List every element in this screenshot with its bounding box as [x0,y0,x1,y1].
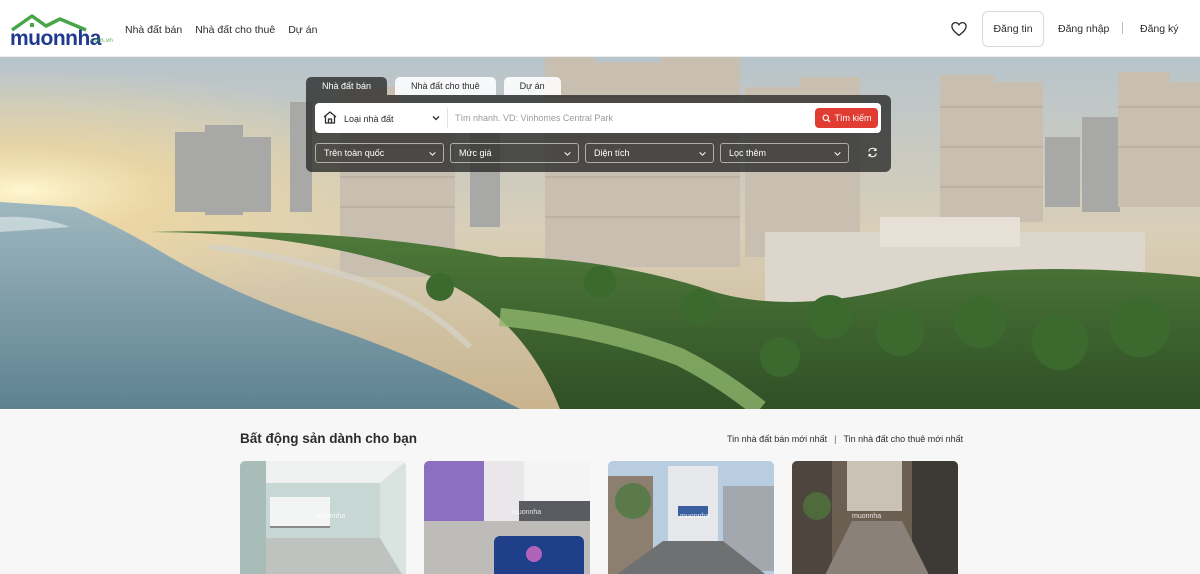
search-button-label: Tìm kiếm [834,113,872,123]
filter-more-label: Lọc thêm [729,148,767,158]
tab-sale[interactable]: Nhà đất bán [306,77,388,95]
section-title: Bất động sản dành cho bạn [240,431,418,446]
chevron-down-icon [564,152,571,156]
latest-rent-link[interactable]: Tin nhà đất cho thuê mới nhất [843,434,963,444]
heart-icon[interactable] [950,20,968,38]
filter-price-label: Mức giá [459,148,492,158]
listing-card[interactable]: muonnha [424,461,590,574]
nav-item-projects[interactable]: Dự án [288,24,317,36]
search-panel: Loại nhà đất Tìm kiếm Trên toàn quốc Mức… [306,95,891,172]
main-nav: Nhà đất bán Nhà đất cho thuê Dự án [125,24,317,36]
filter-row: Trên toàn quốc Mức giá Diện tích Lọc thê… [315,143,849,163]
chevron-down-icon [834,152,841,156]
filter-location[interactable]: Trên toàn quốc [315,143,444,163]
chevron-down-icon[interactable] [431,113,441,123]
listing-photo [424,461,590,574]
post-listing-button[interactable]: Đăng tin [982,11,1044,47]
search-input[interactable] [455,109,805,127]
tab-rent[interactable]: Nhà đất cho thuê [395,77,496,95]
search-tabs: Nhà đất bán Nhà đất cho thuê Dự án [306,77,561,95]
filter-location-label: Trên toàn quốc [324,148,385,158]
section-links: Tin nhà đất bán mới nhất | Tin nhà đất c… [727,434,963,444]
site-logo[interactable]: muonnha .com.vn [10,14,114,50]
property-type-select[interactable]: Loại nhà đất [344,114,394,124]
search-icon [821,113,831,123]
login-link[interactable]: Đăng nhập [1058,23,1109,35]
watermark: muonnha [852,513,882,520]
register-link[interactable]: Đăng ký [1140,23,1179,35]
listing-card[interactable]: muonnha [792,461,958,574]
nav-item-sale[interactable]: Nhà đất bán [125,24,182,36]
latest-sale-link[interactable]: Tin nhà đất bán mới nhất [727,434,827,444]
logo-wordmark: muonnha [10,27,102,50]
watermark: muonnha [316,513,346,520]
link-divider: | [834,434,837,444]
listing-card[interactable]: muonnha [608,461,774,574]
header-divider [1122,22,1123,34]
chevron-down-icon [699,152,706,156]
search-button[interactable]: Tìm kiếm [815,108,878,128]
search-bar-divider [447,108,448,128]
chevron-down-icon [429,152,436,156]
watermark: muonnha [680,513,710,520]
listing-cards: muonnha muonnha muonnha muonnha [240,461,958,574]
listing-card[interactable]: muonnha [240,461,406,574]
filter-more[interactable]: Lọc thêm [720,143,849,163]
filter-area[interactable]: Diện tích [585,143,714,163]
filter-price[interactable]: Mức giá [450,143,579,163]
search-bar: Loại nhà đất Tìm kiếm [315,103,881,133]
watermark: muonnha [512,509,542,516]
nav-item-rent[interactable]: Nhà đất cho thuê [195,24,275,36]
logo-domain: .com.vn [89,37,113,44]
reset-icon[interactable] [867,147,878,158]
tab-projects[interactable]: Dự án [503,77,561,95]
home-icon [323,111,337,124]
filter-area-label: Diện tích [594,148,630,158]
top-header: muonnha .com.vn Nhà đất bán Nhà đất cho … [0,0,1200,57]
